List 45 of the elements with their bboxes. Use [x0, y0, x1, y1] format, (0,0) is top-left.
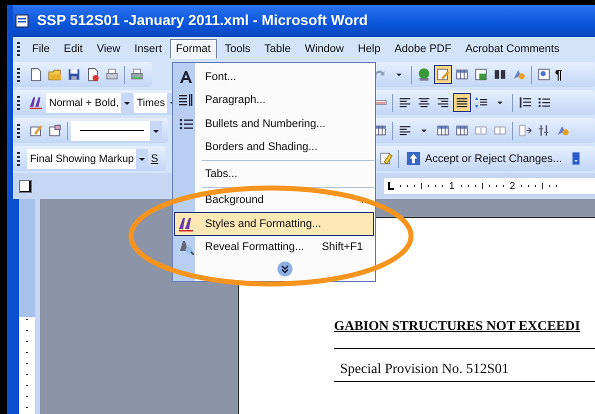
magnifier-icon	[178, 239, 194, 256]
combo-box[interactable]: Final Showing Markup	[27, 148, 148, 168]
styles-icon	[178, 216, 194, 232]
left-tab-icon	[388, 182, 394, 190]
menu-item[interactable]: Styles and Formatting...	[174, 212, 374, 236]
menu-item[interactable]: Help	[352, 39, 386, 59]
expand-menu-icon[interactable]	[277, 261, 293, 277]
menu-item[interactable]: View	[90, 39, 126, 59]
menu-item[interactable]: Bullets and Numbering...	[174, 112, 374, 136]
menu-item[interactable]: Reveal Formatting... Shift+F1	[174, 236, 374, 259]
menu-item[interactable]: Background	[174, 188, 374, 212]
combo-box[interactable]: Normal + Bold,	[46, 92, 133, 112]
menu-item[interactable]: Tools	[218, 39, 256, 59]
accept-reject-button[interactable]: Accept or Reject Changes...	[402, 151, 566, 166]
justify-icon[interactable]	[453, 93, 471, 112]
show-formatting-button[interactable]: ¶	[554, 67, 564, 82]
pencil-document-icon[interactable]	[434, 65, 452, 84]
document-heading: GABION STRUCTURES NOT EXCEEDI	[334, 318, 582, 334]
menu-item[interactable]: Tabs...	[174, 162, 374, 186]
menu-item[interactable]: Font...	[174, 65, 374, 88]
grip-handle[interactable]	[17, 124, 20, 138]
menu-item[interactable]: Acrobat Comments	[459, 39, 566, 59]
window-title: SSP 512S01 -January 2011.xml - Microsoft Word	[37, 13, 368, 29]
menu-item[interactable]: Adobe PDF	[388, 39, 458, 59]
grip-handle[interactable]	[17, 96, 20, 110]
menu-item[interactable]: Window	[298, 39, 350, 59]
line-style-combo-box[interactable]	[71, 120, 162, 140]
toolbar-button[interactable]: S	[148, 152, 160, 164]
bulleted-list-icon	[178, 116, 194, 132]
grip-handle[interactable]	[17, 152, 20, 166]
tab-selector[interactable]	[19, 180, 32, 192]
menu-item[interactable]: File	[26, 39, 56, 59]
ruler-number: 1	[449, 180, 455, 192]
word-document-icon	[15, 13, 31, 29]
grip-handle[interactable]	[17, 42, 20, 56]
menu-item[interactable]: Format	[170, 39, 217, 59]
paragraph-icon	[178, 92, 194, 108]
ruler-number: 2	[510, 180, 516, 192]
font-icon	[178, 68, 194, 85]
menu-item[interactable]: Edit	[58, 39, 89, 59]
menu-item[interactable]: Table	[258, 39, 297, 59]
menu-item[interactable]: Insert	[128, 39, 168, 59]
grip-handle[interactable]	[17, 68, 20, 82]
provision-number: Special Provision No. 512S01	[334, 362, 595, 382]
menu-item[interactable]: Borders and Shading...	[174, 136, 374, 159]
